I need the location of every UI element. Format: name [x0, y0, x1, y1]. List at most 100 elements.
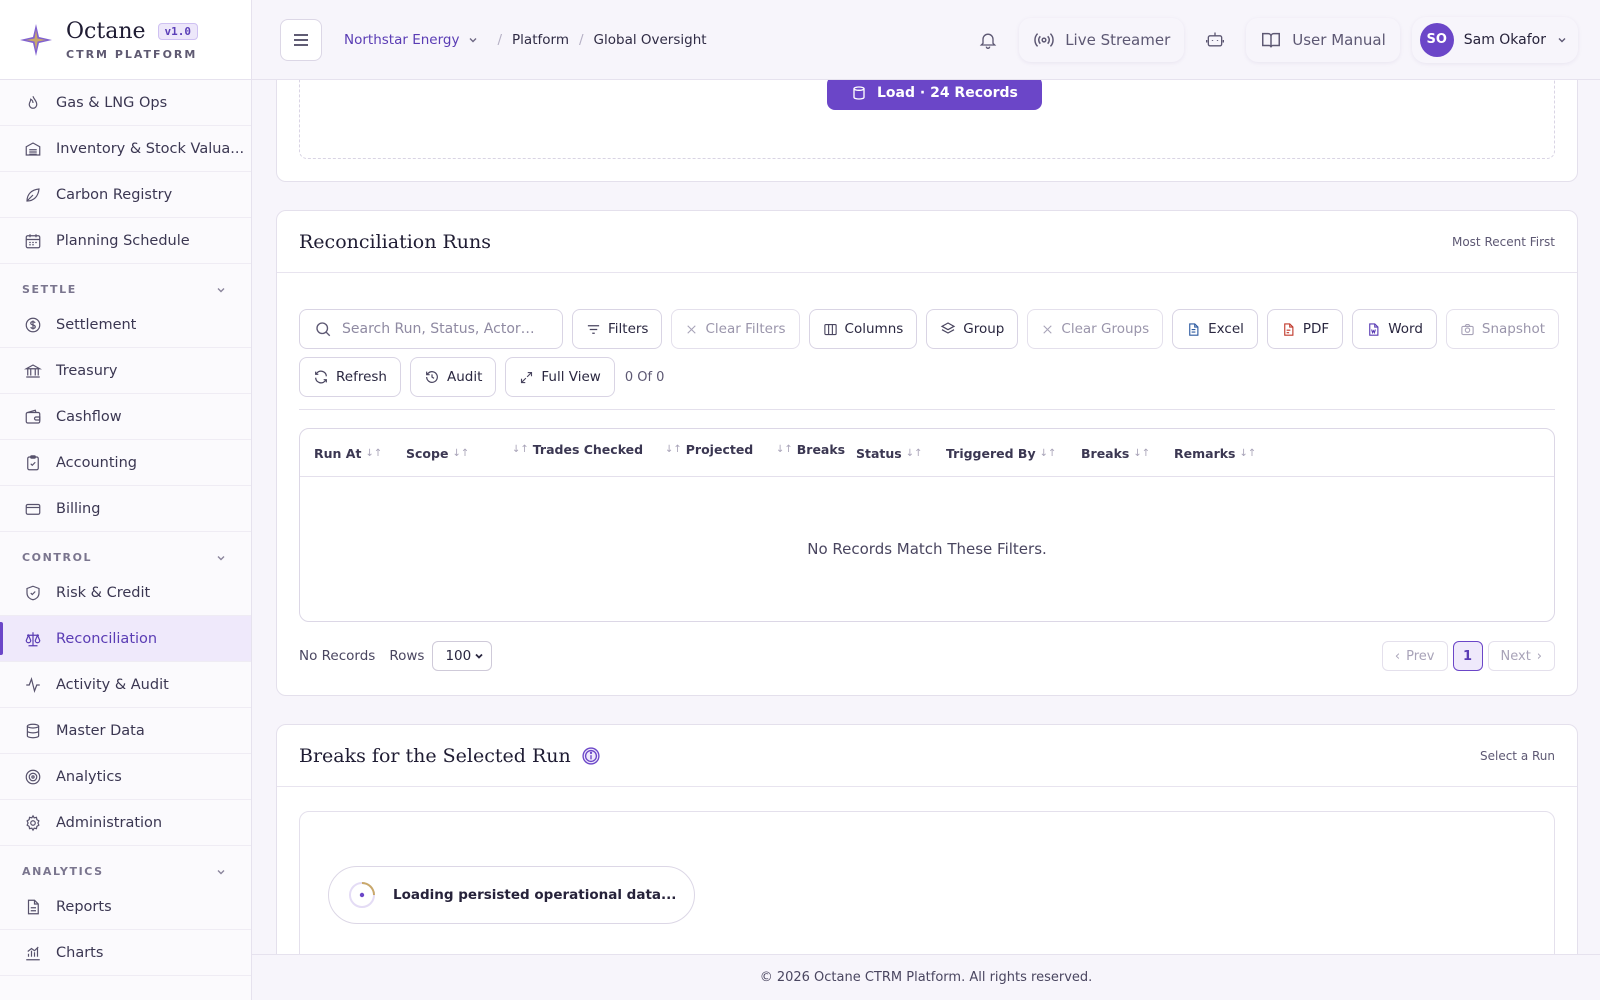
menu-toggle-button[interactable]	[280, 18, 322, 61]
button-label: Refresh	[336, 369, 387, 385]
nav-group-analytics: Reports Charts	[0, 884, 251, 976]
breaks-title: Breaks for the Selected Run	[299, 744, 571, 767]
load-records-label: Load · 24 Records	[877, 85, 1018, 101]
sidebar-item-label: Analytics	[56, 768, 122, 785]
records-summary: No Records	[299, 648, 376, 664]
user-name: Sam Okafor	[1463, 31, 1546, 48]
sidebar-item-analytics[interactable]: Analytics	[0, 754, 251, 800]
close-icon	[1043, 324, 1053, 334]
button-label: Clear Filters	[705, 321, 786, 337]
clear-filters-button[interactable]: Clear Filters	[671, 309, 800, 349]
column-header-breaks[interactable]: ↓↑ Breaks	[772, 429, 845, 473]
column-header-remarks[interactable]: Remarks ↓↑	[1174, 429, 1260, 477]
button-label: Clear Groups	[1061, 321, 1150, 337]
user-manual-button[interactable]: User Manual	[1246, 17, 1400, 62]
column-header-status[interactable]: Status ↓↑	[856, 429, 927, 477]
columns-button[interactable]: Columns	[808, 309, 918, 349]
sidebar-item-reports[interactable]: Reports	[0, 884, 251, 930]
column-header-run-at[interactable]: Run At ↓↑	[314, 429, 386, 477]
column-header-triggered-by[interactable]: Triggered By ↓↑	[946, 429, 1060, 477]
filters-button[interactable]: Filters	[572, 309, 663, 349]
sidebar-item-inventory[interactable]: Inventory & Stock Valua...	[0, 126, 251, 172]
audit-button[interactable]: Audit	[409, 357, 497, 397]
button-label: Word	[1388, 321, 1423, 337]
next-page-button[interactable]: Next ›	[1487, 641, 1555, 671]
breaks-body: Loading persisted operational data...	[299, 811, 1555, 954]
sort-icon: ↓↑	[1239, 447, 1257, 459]
column-header-scope[interactable]: Scope ↓↑	[406, 429, 473, 477]
org-name: Northstar Energy	[344, 31, 460, 48]
sidebar-item-settlement[interactable]: Settlement	[0, 302, 251, 348]
full-view-button[interactable]: Full View	[505, 357, 615, 397]
breadcrumb-platform[interactable]: Platform	[512, 32, 569, 48]
nav-group-control: Risk & Credit Reconciliation Activity & …	[0, 570, 251, 846]
grid-toolbar: Filters Clear Filters Columns Group Clea…	[299, 309, 1560, 405]
chevron-down-icon	[475, 653, 484, 659]
filter-icon	[587, 324, 600, 334]
sidebar-item-master-data[interactable]: Master Data	[0, 708, 251, 754]
export-excel-button[interactable]: Excel	[1172, 309, 1258, 349]
prev-page-button[interactable]: ‹ Prev	[1381, 641, 1448, 671]
runs-table: Run At ↓↑ Scope ↓↑ ↓↑ Trades Checked ↓↑ Proj…	[299, 428, 1555, 622]
user-menu[interactable]: SO Sam Okafor	[1412, 17, 1578, 63]
notifications-button[interactable]	[967, 18, 1010, 61]
database-icon	[853, 86, 865, 100]
sidebar-item-treasury[interactable]: Treasury	[0, 348, 251, 394]
live-streamer-button[interactable]: Live Streamer	[1019, 17, 1185, 62]
card-header: Reconciliation Runs Most Recent First	[277, 211, 1577, 273]
flame-icon	[28, 95, 38, 109]
clear-groups-button[interactable]: Clear Groups	[1027, 309, 1164, 349]
snapshot-button[interactable]: Snapshot	[1445, 309, 1560, 349]
sidebar-item-carbon-registry[interactable]: Carbon Registry	[0, 172, 251, 218]
search-input[interactable]	[342, 321, 562, 337]
group-button[interactable]: Group	[926, 309, 1019, 349]
star-logo-icon	[20, 23, 52, 56]
breadcrumb-separator: /	[578, 31, 584, 48]
close-icon	[687, 324, 697, 334]
assistant-button[interactable]	[1194, 18, 1237, 61]
refresh-button[interactable]: Refresh	[299, 357, 401, 397]
book-icon	[1262, 32, 1281, 47]
section-analytics[interactable]: ANALYTICS	[0, 846, 251, 884]
card-title: Reconciliation Runs	[299, 230, 492, 253]
export-pdf-button[interactable]: PDF	[1266, 309, 1344, 349]
column-header-projected[interactable]: ↓↑ Projected	[661, 429, 753, 473]
card-header: Breaks for the Selected Run Select a Run	[277, 725, 1577, 787]
brand-name: Octane	[66, 18, 146, 44]
page-number-button[interactable]: 1	[1452, 641, 1483, 671]
sidebar-item-charts[interactable]: Charts	[0, 930, 251, 976]
sidebar-item-billing[interactable]: Billing	[0, 486, 251, 532]
column-header-trades-checked[interactable]: ↓↑ Trades Checked	[508, 429, 643, 473]
column-header-breaks-2[interactable]: Breaks ↓↑	[1081, 429, 1154, 477]
sidebar-item-label: Settlement	[56, 316, 137, 333]
section-settle[interactable]: SETTLE	[0, 264, 251, 302]
sidebar-item-administration[interactable]: Administration	[0, 800, 251, 846]
info-icon[interactable]	[581, 746, 601, 766]
sidebar-item-gas-lng[interactable]: Gas & LNG Ops	[0, 80, 251, 126]
sort-icon: ↓↑	[365, 447, 383, 459]
history-icon	[426, 371, 438, 383]
breaks-card: Breaks for the Selected Run Select a Run…	[276, 724, 1578, 954]
columns-icon	[823, 323, 837, 335]
rows-label: Rows	[389, 648, 425, 664]
brand[interactable]: Octane v1.0 CTRM PLATFORM	[0, 0, 251, 80]
sidebar-item-label: Carbon Registry	[56, 186, 173, 203]
load-records-button[interactable]: Load · 24 Records	[827, 80, 1042, 110]
sidebar-item-risk-credit[interactable]: Risk & Credit	[0, 570, 251, 616]
org-switcher[interactable]: Northstar Energy	[344, 32, 479, 48]
broadcast-icon	[1034, 32, 1054, 47]
file-icon	[27, 899, 39, 914]
sidebar-item-planning-schedule[interactable]: Planning Schedule	[0, 218, 251, 264]
sidebar-item-accounting[interactable]: Accounting	[0, 440, 251, 486]
shield-icon	[26, 585, 40, 600]
database-icon	[26, 723, 40, 738]
sidebar-item-reconciliation[interactable]: Reconciliation	[0, 616, 251, 662]
sort-icon: ↓↑	[512, 443, 529, 455]
button-label: Full View	[541, 369, 601, 385]
sidebar-item-activity-audit[interactable]: Activity & Audit	[0, 662, 251, 708]
export-word-button[interactable]: Word	[1352, 309, 1437, 349]
sidebar-item-cashflow[interactable]: Cashflow	[0, 394, 251, 440]
empty-state: No Records Match These Filters.	[807, 540, 1047, 558]
section-control[interactable]: CONTROL	[0, 532, 251, 570]
rows-per-page-select[interactable]: 100	[432, 641, 493, 671]
